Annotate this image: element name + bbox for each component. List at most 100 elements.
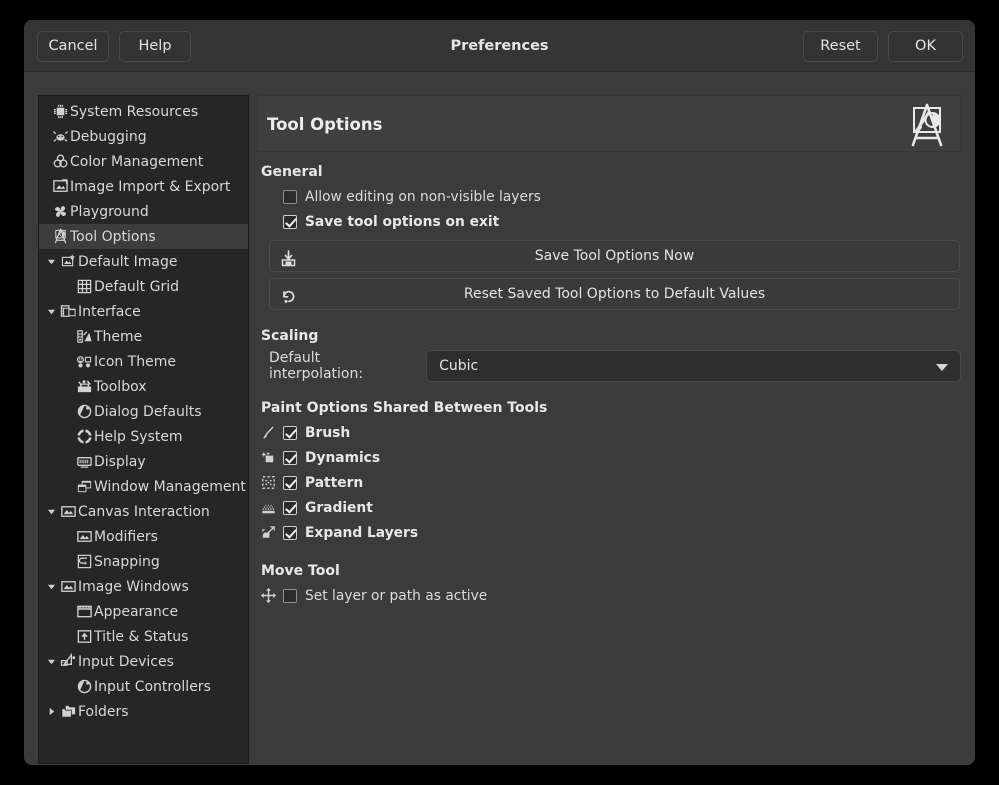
sidebar-item-label: Window Management bbox=[94, 479, 246, 495]
paint-option-expand-layers-row[interactable]: Expand Layers bbox=[283, 520, 961, 545]
icon-theme-icon bbox=[75, 353, 93, 371]
sidebar-item-modifiers[interactable]: Modifiers bbox=[39, 524, 248, 549]
interface-icon bbox=[59, 303, 77, 321]
sidebar-item-canvas-interaction[interactable]: Canvas Interaction bbox=[39, 499, 248, 524]
canvas-icon bbox=[59, 503, 77, 521]
sidebar-item-theme[interactable]: Theme bbox=[39, 324, 248, 349]
theme-icon bbox=[75, 328, 93, 346]
paint-option-dynamics-checkbox[interactable] bbox=[283, 451, 297, 465]
default-interpolation-label: Default interpolation: bbox=[269, 350, 418, 382]
help-button[interactable]: Help bbox=[119, 31, 191, 62]
paint-option-brush-row[interactable]: Brush bbox=[283, 420, 961, 445]
sidebar-item-label: Image Windows bbox=[78, 579, 189, 595]
sidebar-item-help-system[interactable]: Help System bbox=[39, 424, 248, 449]
expander-triangle-down-icon[interactable] bbox=[43, 574, 59, 599]
set-layer-or-path-as-active-row[interactable]: Set layer or path as active bbox=[283, 583, 961, 608]
save-tool-options-on-exit-label: Save tool options on exit bbox=[305, 214, 499, 230]
save-tool-options-on-exit-checkbox[interactable] bbox=[283, 215, 297, 229]
section-title-general: General bbox=[261, 164, 961, 180]
cancel-button[interactable]: Cancel bbox=[37, 31, 109, 62]
preferences-dialog: Preferences Cancel Help Reset OK System … bbox=[24, 20, 975, 765]
expander-triangle-down-icon[interactable] bbox=[43, 499, 59, 524]
sidebar-item-input-devices[interactable]: Input Devices bbox=[39, 649, 248, 674]
page-title: Tool Options bbox=[267, 96, 382, 153]
paint-option-gradient-label: Gradient bbox=[305, 500, 373, 516]
save-down-icon bbox=[280, 248, 297, 265]
set-layer-or-path-as-active-label: Set layer or path as active bbox=[305, 588, 487, 604]
dynamics-icon bbox=[257, 448, 279, 468]
sidebar-item-dialog-defaults[interactable]: Dialog Defaults bbox=[39, 399, 248, 424]
sidebar-item-label: Default Image bbox=[78, 254, 177, 270]
sidebar-item-label: Toolbox bbox=[94, 379, 147, 395]
set-layer-or-path-as-active-checkbox[interactable] bbox=[283, 589, 297, 603]
pane-body: General Allow editing on non-visible lay… bbox=[257, 152, 961, 608]
reset-button[interactable]: Reset bbox=[803, 31, 878, 62]
sidebar-item-label: Debugging bbox=[70, 129, 147, 145]
sidebar-item-input-controllers[interactable]: Input Controllers bbox=[39, 674, 248, 699]
input-controllers-icon bbox=[75, 678, 93, 696]
sidebar-item-image-import-export[interactable]: Image Import & Export bbox=[39, 174, 248, 199]
expander-triangle-down-icon[interactable] bbox=[43, 249, 59, 274]
sidebar-item-label: Folders bbox=[78, 704, 129, 720]
sidebar-item-toolbox[interactable]: Toolbox bbox=[39, 374, 248, 399]
paint-option-dynamics-row[interactable]: Dynamics bbox=[283, 445, 961, 470]
sidebar-item-appearance[interactable]: Appearance bbox=[39, 599, 248, 624]
save-tool-options-on-exit-row[interactable]: Save tool options on exit bbox=[283, 209, 961, 234]
bug-icon bbox=[51, 128, 69, 146]
ok-button[interactable]: OK bbox=[888, 31, 963, 62]
help-system-icon bbox=[75, 428, 93, 446]
sidebar-item-image-windows[interactable]: Image Windows bbox=[39, 574, 248, 599]
paint-option-pattern-checkbox[interactable] bbox=[283, 476, 297, 490]
sidebar-item-debugging[interactable]: Debugging bbox=[39, 124, 248, 149]
sidebar-item-label: Color Management bbox=[70, 154, 203, 170]
sidebar-item-label: Default Grid bbox=[94, 279, 179, 295]
sidebar-item-label: Input Controllers bbox=[94, 679, 211, 695]
import-export-icon bbox=[51, 178, 69, 196]
sidebar-item-label: Canvas Interaction bbox=[78, 504, 210, 520]
reset-saved-tool-options-label: Reset Saved Tool Options to Default Valu… bbox=[464, 286, 765, 302]
sidebar-item-label: Playground bbox=[70, 204, 149, 220]
sidebar-item-label: System Resources bbox=[70, 104, 198, 120]
reset-saved-tool-options-button[interactable]: Reset Saved Tool Options to Default Valu… bbox=[269, 278, 960, 310]
paint-option-gradient-checkbox[interactable] bbox=[283, 501, 297, 515]
allow-editing-checkbox[interactable] bbox=[283, 190, 297, 204]
sidebar-item-title-status[interactable]: Title & Status bbox=[39, 624, 248, 649]
paint-option-gradient-row[interactable]: Gradient bbox=[283, 495, 961, 520]
cpu-chip-icon bbox=[51, 103, 69, 121]
expander-triangle-down-icon[interactable] bbox=[43, 299, 59, 324]
paint-option-brush-label: Brush bbox=[305, 425, 350, 441]
image-window-icon bbox=[59, 578, 77, 596]
sidebar-item-snapping[interactable]: Snapping bbox=[39, 549, 248, 574]
sidebar-item-playground[interactable]: Playground bbox=[39, 199, 248, 224]
input-devices-icon bbox=[59, 653, 77, 671]
pattern-icon bbox=[257, 473, 279, 493]
default-interpolation-select[interactable]: Cubic bbox=[426, 350, 961, 382]
expander-triangle-right-icon[interactable] bbox=[43, 699, 59, 724]
section-title-move-tool: Move Tool bbox=[261, 563, 961, 579]
allow-editing-nonvisible-layers-row[interactable]: Allow editing on non-visible layers bbox=[283, 184, 961, 209]
preferences-category-list[interactable]: System Resources Debugging Color Managemen… bbox=[38, 95, 249, 764]
sidebar-item-color-management[interactable]: Color Management bbox=[39, 149, 248, 174]
sidebar-item-folders[interactable]: Folders bbox=[39, 699, 248, 724]
sidebar-item-default-grid[interactable]: Default Grid bbox=[39, 274, 248, 299]
paint-option-brush-checkbox[interactable] bbox=[283, 426, 297, 440]
sidebar-item-interface[interactable]: Interface bbox=[39, 299, 248, 324]
new-image-icon bbox=[59, 253, 77, 271]
save-tool-options-now-label: Save Tool Options Now bbox=[535, 248, 694, 264]
dialog-defaults-icon bbox=[75, 403, 93, 421]
sidebar-item-window-management[interactable]: Window Management bbox=[39, 474, 248, 499]
sidebar-item-tool-options[interactable]: Tool Options bbox=[39, 224, 248, 249]
sidebar-item-system-resources[interactable]: System Resources bbox=[39, 99, 248, 124]
sidebar-item-label: Icon Theme bbox=[94, 354, 176, 370]
paint-option-pattern-label: Pattern bbox=[305, 475, 363, 491]
paint-option-expand-layers-checkbox[interactable] bbox=[283, 526, 297, 540]
sidebar-item-label: Display bbox=[94, 454, 146, 470]
move-cross-icon bbox=[257, 586, 279, 606]
sidebar-item-display[interactable]: Display bbox=[39, 449, 248, 474]
sidebar-item-icon-theme[interactable]: Icon Theme bbox=[39, 349, 248, 374]
sidebar-item-default-image[interactable]: Default Image bbox=[39, 249, 248, 274]
paint-option-pattern-row[interactable]: Pattern bbox=[283, 470, 961, 495]
save-tool-options-now-button[interactable]: Save Tool Options Now bbox=[269, 240, 960, 272]
sidebar-item-label: Interface bbox=[78, 304, 141, 320]
expander-triangle-down-icon[interactable] bbox=[43, 649, 59, 674]
